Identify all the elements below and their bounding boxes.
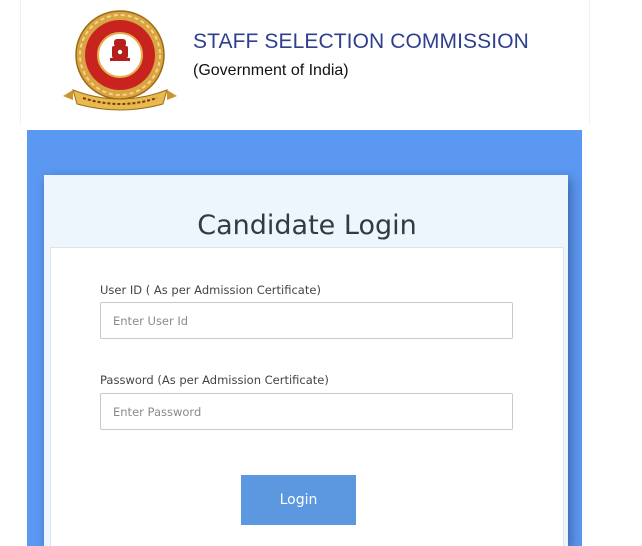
org-name: STAFF SELECTION COMMISSION — [193, 30, 529, 53]
ssc-emblem-icon — [63, 10, 177, 111]
org-subtitle: (Government of India) — [193, 62, 349, 79]
user-id-label: User ID ( As per Admission Certificate) — [100, 283, 321, 297]
user-id-input[interactable] — [100, 302, 513, 339]
header: STAFF SELECTION COMMISSION (Government o… — [20, 0, 590, 124]
login-title: Candidate Login — [197, 210, 417, 241]
login-button[interactable]: Login — [241, 475, 356, 525]
password-label: Password (As per Admission Certificate) — [100, 373, 329, 387]
password-input[interactable] — [100, 393, 513, 430]
login-page: STAFF SELECTION COMMISSION (Government o… — [0, 0, 642, 546]
